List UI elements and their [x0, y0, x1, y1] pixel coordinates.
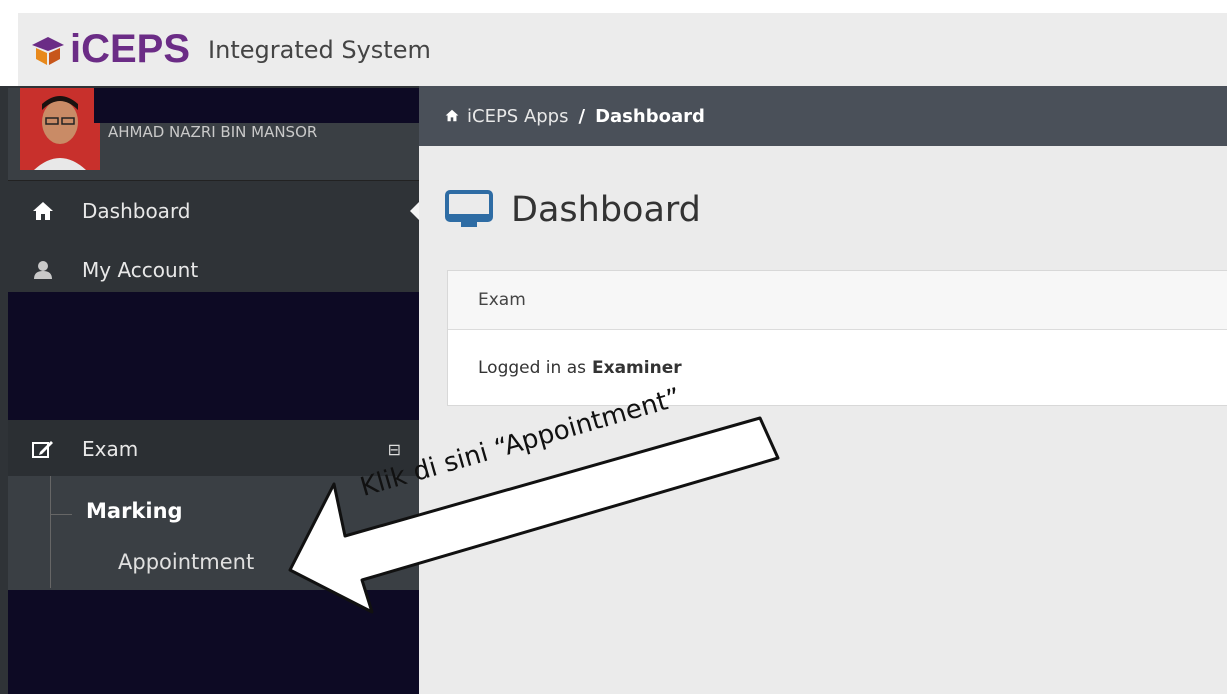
submenu-item-appointment[interactable]: Appointment	[118, 550, 254, 574]
sidebar-item-label: Dashboard	[82, 199, 191, 223]
header-bar: iCEPS Integrated System	[18, 13, 1227, 86]
user-panel: AHMAD NAZRI BIN MANSOR	[8, 88, 419, 181]
breadcrumb-root[interactable]: iCEPS Apps	[467, 106, 569, 127]
active-caret	[410, 202, 419, 220]
redaction-bar	[94, 88, 419, 123]
main-content: iCEPS Apps / Dashboard Dashboard Exam Lo…	[419, 86, 1227, 694]
redaction-bar	[8, 590, 419, 694]
panel-heading: Exam	[448, 271, 1227, 330]
page-title: Dashboard	[445, 190, 701, 230]
home-icon	[28, 201, 58, 221]
top-header: iCEPS Integrated System	[0, 0, 1227, 86]
brand-subtitle: Integrated System	[208, 35, 431, 64]
brand-name: iCEPS	[70, 27, 191, 71]
edit-icon	[28, 439, 58, 459]
sidebar-item-dashboard[interactable]: Dashboard	[8, 182, 419, 240]
monitor-icon	[445, 190, 493, 227]
breadcrumb-current: Dashboard	[595, 105, 705, 127]
exam-panel: Exam Logged in as Examiner	[447, 270, 1227, 406]
submenu-group-marking[interactable]: Marking	[86, 499, 183, 523]
sidebar-item-label: Exam	[82, 437, 139, 461]
logo-icon	[32, 36, 64, 65]
tree-connector	[50, 514, 72, 515]
user-name: AHMAD NAZRI BIN MANSOR	[108, 123, 318, 141]
sidebar-item-my-account[interactable]: My Account	[8, 241, 419, 299]
exam-submenu: Marking Appointment	[8, 476, 419, 596]
panel-body: Logged in as Examiner	[448, 330, 1227, 405]
avatar-photo	[20, 88, 100, 170]
login-status-label: Logged in as	[478, 357, 586, 378]
breadcrumb: iCEPS Apps / Dashboard	[419, 86, 1227, 146]
page-title-text: Dashboard	[511, 190, 701, 230]
sidebar: AHMAD NAZRI BIN MANSOR Dashboard My Acco…	[0, 86, 419, 694]
sidebar-item-label: My Account	[82, 258, 199, 282]
collapse-icon[interactable]: ⊟	[388, 440, 401, 459]
login-role: Examiner	[592, 357, 682, 378]
home-icon[interactable]	[445, 106, 459, 127]
tree-line	[50, 476, 51, 588]
avatar[interactable]	[20, 88, 100, 170]
sidebar-item-exam[interactable]: Exam ⊟	[8, 420, 419, 478]
breadcrumb-separator: /	[578, 105, 586, 127]
redaction-bar	[8, 292, 419, 428]
user-icon	[28, 260, 58, 280]
